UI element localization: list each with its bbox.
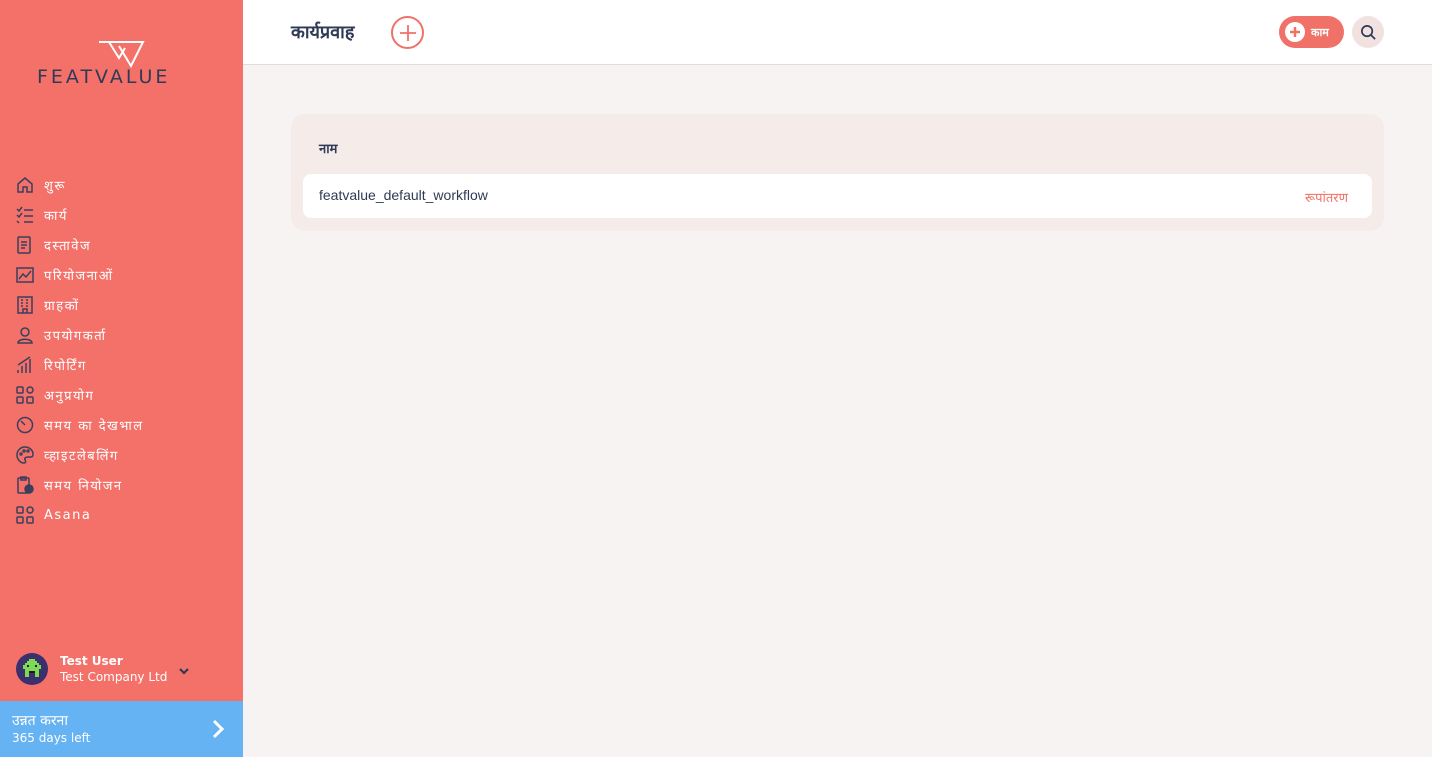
column-header-name: नाम [319, 142, 338, 157]
sidebar-item-reporting[interactable]: रिपोर्टिंग [16, 350, 236, 380]
home-icon [16, 176, 34, 194]
sidebar-item-label: अनुप्रयोग [44, 389, 95, 404]
table-row[interactable]: featvalue_default_workflow रूपांतरण [303, 174, 1372, 218]
sidebar-item-label: Asana [44, 507, 92, 523]
user-menu[interactable]: Test User Test Company Ltd [16, 652, 236, 686]
plus-icon [1285, 22, 1305, 42]
convert-link[interactable]: रूपांतरण [1305, 188, 1348, 206]
user-company: Test Company Ltd [60, 669, 168, 684]
document-icon [16, 236, 34, 254]
sidebar-item-label: शुरू [44, 179, 66, 194]
sidebar-item-asana[interactable]: Asana [16, 500, 236, 530]
sidebar-item-whitelabeling[interactable]: व्हाइटलेबलिंग [16, 440, 236, 470]
add-workflow-button[interactable] [391, 16, 424, 49]
search-icon [1360, 24, 1376, 40]
alien-avatar-icon [23, 659, 41, 677]
search-button[interactable] [1352, 16, 1384, 48]
sidebar-item-documents[interactable]: दस्तावेज [16, 230, 236, 260]
plus-icon [399, 24, 416, 41]
add-task-button[interactable]: काम [1279, 16, 1344, 48]
user-info: Test User Test Company Ltd [60, 654, 167, 685]
page-title: कार्यप्रवाह [291, 22, 355, 43]
sidebar-item-label: दस्तावेज [44, 239, 92, 254]
palette-icon [16, 446, 34, 464]
sidebar-item-label: परियोजनाओं [44, 269, 114, 284]
chevron-down-icon[interactable] [178, 662, 190, 675]
checklist-icon [16, 206, 34, 224]
sidebar-item-label: उपयोगकर्ता [44, 329, 107, 344]
workflow-name[interactable]: featvalue_default_workflow [319, 187, 488, 203]
timer-icon [16, 416, 34, 434]
sidebar-item-label: कार्य [44, 209, 68, 224]
sidebar: FEATVALUE शुरू कार्य दस्तावेज परियोजनाओं [0, 0, 243, 757]
apps-icon [16, 386, 34, 404]
add-task-label: काम [1311, 25, 1329, 39]
apps-icon [16, 506, 34, 524]
sidebar-item-label: समय नियोजन [44, 479, 123, 494]
schedule-icon [16, 476, 34, 494]
bar-chart-icon [16, 356, 34, 374]
sidebar-item-label: रिपोर्टिंग [44, 359, 87, 374]
upgrade-title: उन्नत करना [12, 713, 68, 729]
chart-icon [16, 266, 34, 284]
logo-mark-icon [99, 41, 145, 68]
sidebar-item-home[interactable]: शुरू [16, 170, 236, 200]
sidebar-item-label: ग्राहकों [44, 299, 80, 314]
sidebar-item-tasks[interactable]: कार्य [16, 200, 236, 230]
user-name: Test User [60, 653, 123, 668]
sidebar-item-label: समय का देखभाल [44, 419, 144, 434]
upgrade-banner[interactable]: उन्नत करना 365 days left [0, 701, 243, 757]
top-header: कार्यप्रवाह काम [243, 0, 1432, 65]
upgrade-days-left: 365 days left [12, 731, 91, 745]
chevron-right-icon [210, 719, 226, 739]
sidebar-item-projects[interactable]: परियोजनाओं [16, 260, 236, 290]
sidebar-item-time-tracking[interactable]: समय का देखभाल [16, 410, 236, 440]
featvalue-logo[interactable]: FEATVALUE [37, 40, 207, 90]
sidebar-item-clients[interactable]: ग्राहकों [16, 290, 236, 320]
sidebar-nav: शुरू कार्य दस्तावेज परियोजनाओं ग्राहकों [16, 170, 236, 530]
avatar [16, 653, 48, 685]
user-icon [16, 326, 34, 344]
sidebar-item-label: व्हाइटलेबलिंग [44, 449, 119, 464]
sidebar-item-users[interactable]: उपयोगकर्ता [16, 320, 236, 350]
building-icon [16, 296, 34, 314]
sidebar-item-apps[interactable]: अनुप्रयोग [16, 380, 236, 410]
logo-text: FEATVALUE [37, 66, 171, 88]
workflow-table: नाम featvalue_default_workflow रूपांतरण [291, 114, 1384, 231]
sidebar-item-scheduling[interactable]: समय नियोजन [16, 470, 236, 500]
